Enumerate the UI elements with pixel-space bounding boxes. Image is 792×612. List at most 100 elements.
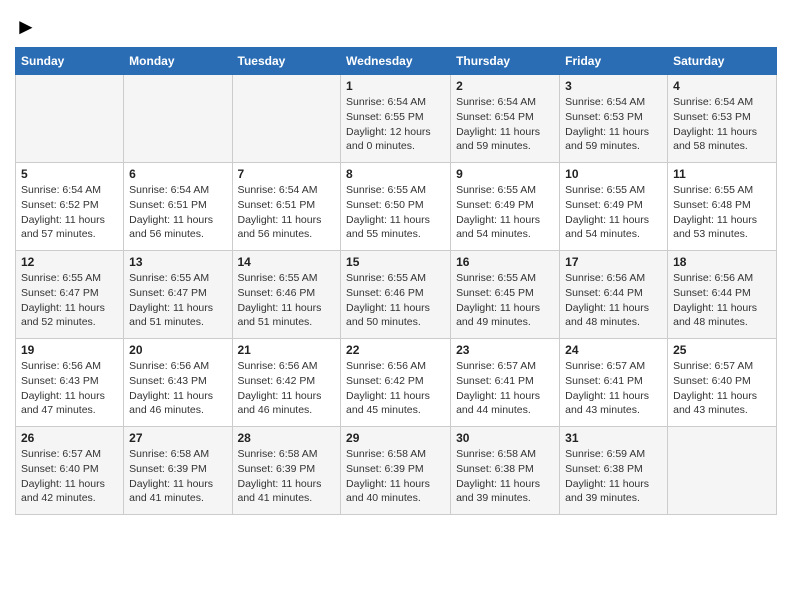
- day-number: 18: [673, 255, 771, 269]
- day-content: Sunrise: 6:58 AM Sunset: 6:39 PM Dayligh…: [238, 447, 336, 506]
- day-header-thursday: Thursday: [451, 48, 560, 75]
- day-number: 7: [238, 167, 336, 181]
- day-header-tuesday: Tuesday: [232, 48, 341, 75]
- day-content: Sunrise: 6:55 AM Sunset: 6:47 PM Dayligh…: [129, 271, 226, 330]
- calendar-cell: 9 Sunrise: 6:55 AM Sunset: 6:49 PM Daylig…: [451, 163, 560, 251]
- calendar-cell: 22Sunrise: 6:56 AM Sunset: 6:42 PM Dayli…: [341, 339, 451, 427]
- day-header-friday: Friday: [560, 48, 668, 75]
- calendar-cell: 30 Sunrise: 6:58 AM Sunset: 6:38 PM Dayli…: [451, 427, 560, 515]
- day-content: Sunrise: 6:55 AM Sunset: 6:48 PM Dayligh…: [673, 183, 771, 242]
- calendar-cell: 5 Sunrise: 6:54 AM Sunset: 6:52 PM Daylig…: [16, 163, 124, 251]
- day-header-saturday: Saturday: [668, 48, 777, 75]
- day-number: 29: [346, 431, 445, 445]
- calendar-cell: 25 Sunrise: 6:57 AM Sunset: 6:40 PM Dayli…: [668, 339, 777, 427]
- day-number: 8: [346, 167, 445, 181]
- day-number: 3: [565, 79, 662, 93]
- calendar-cell: 16 Sunrise: 6:55 AM Sunset: 6:45 PM Dayli…: [451, 251, 560, 339]
- day-content: Sunrise: 6:54 AM Sunset: 6:53 PM Dayligh…: [673, 95, 771, 154]
- calendar-cell: 8 Sunrise: 6:55 AM Sunset: 6:50 PM Daylig…: [341, 163, 451, 251]
- day-content: Sunrise: 6:57 AM Sunset: 6:40 PM Dayligh…: [673, 359, 771, 418]
- day-content: Sunrise: 6:54 AM Sunset: 6:55 PM Dayligh…: [346, 95, 445, 154]
- day-content: Sunrise: 6:54 AM Sunset: 6:52 PM Dayligh…: [21, 183, 118, 242]
- calendar-cell: 12 Sunrise: 6:55 AM Sunset: 6:47 PM Dayli…: [16, 251, 124, 339]
- day-header-wednesday: Wednesday: [341, 48, 451, 75]
- calendar-cell: 6 Sunrise: 6:54 AM Sunset: 6:51 PM Daylig…: [124, 163, 232, 251]
- day-content: Sunrise: 6:55 AM Sunset: 6:50 PM Dayligh…: [346, 183, 445, 242]
- day-content: Sunrise: 6:56 AM Sunset: 6:43 PM Dayligh…: [129, 359, 226, 418]
- calendar-cell: 4 Sunrise: 6:54 AM Sunset: 6:53 PM Daylig…: [668, 75, 777, 163]
- calendar-cell: 15 Sunrise: 6:55 AM Sunset: 6:46 PM Dayli…: [341, 251, 451, 339]
- day-number: 21: [238, 343, 336, 357]
- day-content: Sunrise: 6:56 AM Sunset: 6:42 PM Dayligh…: [238, 359, 336, 418]
- calendar-cell: 27 Sunrise: 6:58 AM Sunset: 6:39 PM Dayli…: [124, 427, 232, 515]
- day-content: Sunrise: 6:57 AM Sunset: 6:40 PM Dayligh…: [21, 447, 118, 506]
- day-number: 11: [673, 167, 771, 181]
- calendar-table: SundayMondayTuesdayWednesdayThursdayFrid…: [15, 47, 777, 515]
- day-number: 20: [129, 343, 226, 357]
- day-content: Sunrise: 6:55 AM Sunset: 6:49 PM Dayligh…: [565, 183, 662, 242]
- calendar-cell: 10 Sunrise: 6:55 AM Sunset: 6:49 PM Dayli…: [560, 163, 668, 251]
- day-content: Sunrise: 6:55 AM Sunset: 6:49 PM Dayligh…: [456, 183, 554, 242]
- day-number: 4: [673, 79, 771, 93]
- day-number: 6: [129, 167, 226, 181]
- day-content: Sunrise: 6:56 AM Sunset: 6:42 PM Dayligh…: [346, 359, 445, 418]
- day-number: 17: [565, 255, 662, 269]
- day-content: Sunrise: 6:56 AM Sunset: 6:44 PM Dayligh…: [673, 271, 771, 330]
- calendar-cell: [124, 75, 232, 163]
- day-number: 26: [21, 431, 118, 445]
- logo: ►: [15, 15, 37, 39]
- calendar-cell: 29 Sunrise: 6:58 AM Sunset: 6:39 PM Dayli…: [341, 427, 451, 515]
- calendar-cell: 13 Sunrise: 6:55 AM Sunset: 6:47 PM Dayli…: [124, 251, 232, 339]
- calendar-cell: 23 Sunrise: 6:57 AM Sunset: 6:41 PM Dayli…: [451, 339, 560, 427]
- day-number: 9: [456, 167, 554, 181]
- day-number: 19: [21, 343, 118, 357]
- calendar-cell: 19 Sunrise: 6:56 AM Sunset: 6:43 PM Dayli…: [16, 339, 124, 427]
- day-number: 15: [346, 255, 445, 269]
- day-content: Sunrise: 6:56 AM Sunset: 6:44 PM Dayligh…: [565, 271, 662, 330]
- day-number: 1: [346, 79, 445, 93]
- calendar-cell: [232, 75, 341, 163]
- calendar-cell: 21 Sunrise: 6:56 AM Sunset: 6:42 PM Dayli…: [232, 339, 341, 427]
- day-content: Sunrise: 6:59 AM Sunset: 6:38 PM Dayligh…: [565, 447, 662, 506]
- day-number: 16: [456, 255, 554, 269]
- calendar-cell: 28 Sunrise: 6:58 AM Sunset: 6:39 PM Dayli…: [232, 427, 341, 515]
- day-number: 28: [238, 431, 336, 445]
- calendar-cell: 26 Sunrise: 6:57 AM Sunset: 6:40 PM Dayli…: [16, 427, 124, 515]
- day-number: 12: [21, 255, 118, 269]
- day-content: Sunrise: 6:57 AM Sunset: 6:41 PM Dayligh…: [456, 359, 554, 418]
- day-content: Sunrise: 6:55 AM Sunset: 6:47 PM Dayligh…: [21, 271, 118, 330]
- calendar-cell: [16, 75, 124, 163]
- day-number: 25: [673, 343, 771, 357]
- calendar-cell: 24 Sunrise: 6:57 AM Sunset: 6:41 PM Dayli…: [560, 339, 668, 427]
- calendar-cell: 20 Sunrise: 6:56 AM Sunset: 6:43 PM Dayli…: [124, 339, 232, 427]
- day-number: 2: [456, 79, 554, 93]
- calendar-cell: 17 Sunrise: 6:56 AM Sunset: 6:44 PM Dayli…: [560, 251, 668, 339]
- day-content: Sunrise: 6:55 AM Sunset: 6:46 PM Dayligh…: [346, 271, 445, 330]
- calendar-cell: [668, 427, 777, 515]
- day-number: 13: [129, 255, 226, 269]
- day-number: 10: [565, 167, 662, 181]
- calendar-cell: 7Sunrise: 6:54 AM Sunset: 6:51 PM Daylig…: [232, 163, 341, 251]
- day-content: Sunrise: 6:56 AM Sunset: 6:43 PM Dayligh…: [21, 359, 118, 418]
- day-content: Sunrise: 6:54 AM Sunset: 6:51 PM Dayligh…: [129, 183, 226, 242]
- day-number: 27: [129, 431, 226, 445]
- page-header: ►: [15, 10, 777, 39]
- day-content: Sunrise: 6:55 AM Sunset: 6:45 PM Dayligh…: [456, 271, 554, 330]
- day-number: 23: [456, 343, 554, 357]
- calendar-cell: 1 Sunrise: 6:54 AM Sunset: 6:55 PM Daylig…: [341, 75, 451, 163]
- day-number: 24: [565, 343, 662, 357]
- day-content: Sunrise: 6:58 AM Sunset: 6:38 PM Dayligh…: [456, 447, 554, 506]
- day-content: Sunrise: 6:57 AM Sunset: 6:41 PM Dayligh…: [565, 359, 662, 418]
- day-header-monday: Monday: [124, 48, 232, 75]
- day-number: 30: [456, 431, 554, 445]
- calendar-cell: 3 Sunrise: 6:54 AM Sunset: 6:53 PM Daylig…: [560, 75, 668, 163]
- day-content: Sunrise: 6:54 AM Sunset: 6:53 PM Dayligh…: [565, 95, 662, 154]
- calendar-cell: 11 Sunrise: 6:55 AM Sunset: 6:48 PM Dayli…: [668, 163, 777, 251]
- day-content: Sunrise: 6:54 AM Sunset: 6:54 PM Dayligh…: [456, 95, 554, 154]
- day-number: 31: [565, 431, 662, 445]
- calendar-cell: 2 Sunrise: 6:54 AM Sunset: 6:54 PM Daylig…: [451, 75, 560, 163]
- day-content: Sunrise: 6:58 AM Sunset: 6:39 PM Dayligh…: [346, 447, 445, 506]
- calendar-cell: 18 Sunrise: 6:56 AM Sunset: 6:44 PM Dayli…: [668, 251, 777, 339]
- day-content: Sunrise: 6:58 AM Sunset: 6:39 PM Dayligh…: [129, 447, 226, 506]
- day-number: 5: [21, 167, 118, 181]
